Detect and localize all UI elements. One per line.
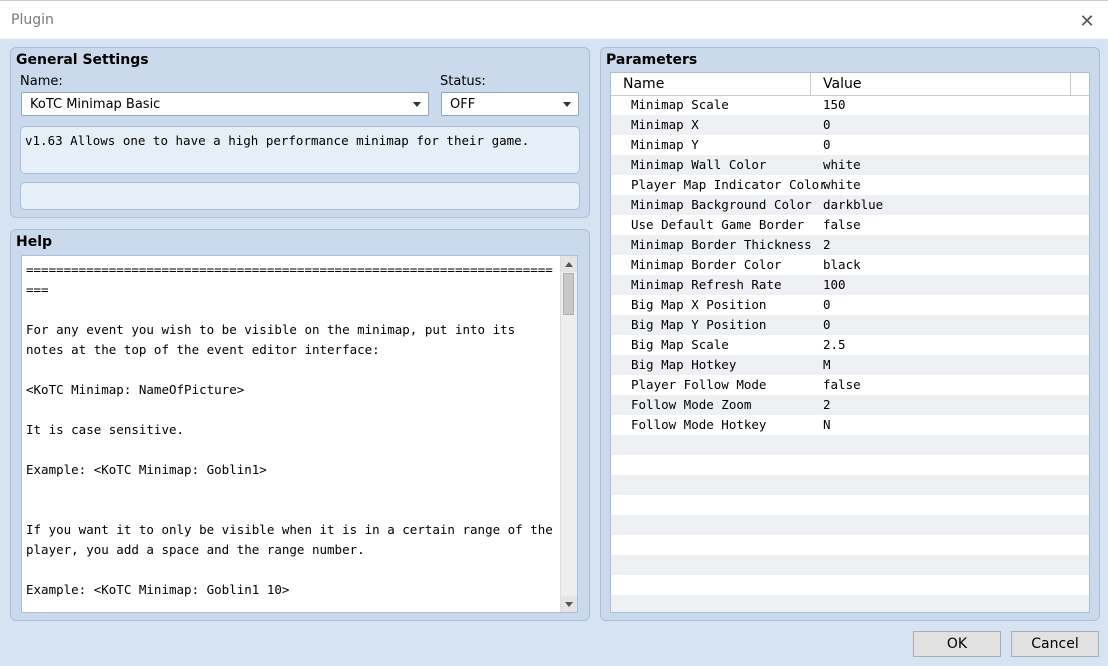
param-value: 100 bbox=[823, 277, 846, 292]
name-label: Name: bbox=[20, 74, 63, 89]
empty-table-row[interactable] bbox=[611, 575, 1089, 595]
name-dropdown-value: KoTC Minimap Basic bbox=[30, 97, 161, 112]
param-value: false bbox=[823, 217, 861, 232]
chevron-down-icon bbox=[413, 102, 421, 107]
param-name: Big Map X Position bbox=[631, 297, 767, 312]
param-name: Minimap Scale bbox=[631, 97, 729, 112]
param-value: 0 bbox=[823, 117, 831, 132]
param-name: Follow Mode Zoom bbox=[631, 397, 752, 412]
param-value: darkblue bbox=[823, 197, 884, 212]
ok-button[interactable]: OK bbox=[913, 631, 1001, 657]
empty-table-row[interactable] bbox=[611, 435, 1089, 455]
param-value: 2 bbox=[823, 397, 831, 412]
param-value: 2.5 bbox=[823, 337, 846, 352]
table-row[interactable]: Player Follow Mode false bbox=[611, 375, 1089, 395]
arrow-down-icon bbox=[565, 601, 573, 607]
param-value: 0 bbox=[823, 297, 831, 312]
param-name: Minimap Border Thickness bbox=[631, 237, 812, 252]
table-row[interactable]: Minimap Border Color black bbox=[611, 255, 1089, 275]
table-row[interactable]: Minimap X 0 bbox=[611, 115, 1089, 135]
param-name: Minimap Border Color bbox=[631, 257, 782, 272]
parameters-title: Parameters bbox=[606, 52, 698, 68]
table-row[interactable]: Minimap Refresh Rate 100 bbox=[611, 275, 1089, 295]
cancel-button[interactable]: Cancel bbox=[1011, 631, 1099, 657]
param-value: white bbox=[823, 157, 861, 172]
scroll-thumb[interactable] bbox=[563, 273, 574, 315]
param-name: Minimap Wall Color bbox=[631, 157, 767, 172]
empty-table-row[interactable] bbox=[611, 455, 1089, 475]
param-value: N bbox=[823, 417, 831, 432]
param-value: 150 bbox=[823, 97, 846, 112]
param-name: Minimap X bbox=[631, 117, 699, 132]
table-row[interactable]: Use Default Game Border false bbox=[611, 215, 1089, 235]
scroll-up-button[interactable] bbox=[561, 256, 577, 272]
param-name: Follow Mode Hotkey bbox=[631, 417, 767, 432]
param-name: Big Map Hotkey bbox=[631, 357, 737, 372]
table-row[interactable]: Minimap Y 0 bbox=[611, 135, 1089, 155]
param-value: M bbox=[823, 357, 831, 372]
param-value: white bbox=[823, 177, 861, 192]
param-value: false bbox=[823, 377, 861, 392]
title-bar: Plugin ✕ bbox=[0, 0, 1108, 39]
parameters-table: Name Value Minimap Scale 150 Minimap X 0 Min… bbox=[610, 72, 1090, 613]
status-label: Status: bbox=[440, 74, 486, 89]
param-name: Player Map Indicator Color bbox=[631, 177, 827, 192]
param-name: Player Follow Mode bbox=[631, 377, 767, 392]
help-text: ========================================… bbox=[26, 262, 553, 597]
close-icon[interactable]: ✕ bbox=[1076, 10, 1098, 32]
empty-table-row[interactable] bbox=[611, 555, 1089, 575]
table-header: Name Value bbox=[611, 73, 1089, 96]
table-row[interactable]: Follow Mode Hotkey N bbox=[611, 415, 1089, 435]
table-row[interactable]: Minimap Border Thickness 2 bbox=[611, 235, 1089, 255]
arrow-up-icon bbox=[565, 261, 573, 267]
window-title: Plugin bbox=[11, 12, 54, 28]
table-row[interactable]: Minimap Scale 150 bbox=[611, 95, 1089, 115]
empty-table-row[interactable] bbox=[611, 515, 1089, 535]
column-header-name[interactable]: Name bbox=[611, 73, 811, 95]
param-name: Big Map Y Position bbox=[631, 317, 767, 332]
table-row[interactable]: Big Map Y Position 0 bbox=[611, 315, 1089, 335]
param-value: 0 bbox=[823, 317, 831, 332]
help-title: Help bbox=[16, 234, 53, 250]
table-body: Minimap Scale 150 Minimap X 0 Minimap Y 0 Mini… bbox=[611, 95, 1089, 612]
status-dropdown[interactable]: OFF bbox=[441, 92, 579, 116]
help-text-area[interactable]: ========================================… bbox=[21, 255, 578, 613]
table-row[interactable]: Minimap Background Color darkblue bbox=[611, 195, 1089, 215]
author-box bbox=[20, 182, 580, 210]
description-box: v1.63 Allows one to have a high performa… bbox=[20, 126, 580, 174]
name-dropdown[interactable]: KoTC Minimap Basic bbox=[21, 92, 429, 116]
status-dropdown-value: OFF bbox=[450, 97, 476, 112]
chevron-down-icon bbox=[563, 102, 571, 107]
param-value: 2 bbox=[823, 237, 831, 252]
empty-table-row[interactable] bbox=[611, 535, 1089, 555]
column-header-value[interactable]: Value bbox=[811, 73, 1071, 95]
scroll-down-button[interactable] bbox=[561, 596, 577, 612]
table-row[interactable]: Minimap Wall Color white bbox=[611, 155, 1089, 175]
param-value: 0 bbox=[823, 137, 831, 152]
help-scrollbar[interactable] bbox=[560, 256, 577, 612]
param-name: Minimap Y bbox=[631, 137, 699, 152]
empty-table-row[interactable] bbox=[611, 595, 1089, 612]
table-row[interactable]: Follow Mode Zoom 2 bbox=[611, 395, 1089, 415]
table-row[interactable]: Player Map Indicator Color white bbox=[611, 175, 1089, 195]
empty-table-row[interactable] bbox=[611, 495, 1089, 515]
param-name: Minimap Background Color bbox=[631, 197, 812, 212]
general-settings-title: General Settings bbox=[16, 52, 149, 68]
description-text: v1.63 Allows one to have a high performa… bbox=[25, 133, 530, 148]
table-row[interactable]: Big Map Hotkey M bbox=[611, 355, 1089, 375]
param-value: black bbox=[823, 257, 861, 272]
param-name: Use Default Game Border bbox=[631, 217, 805, 232]
table-row[interactable]: Big Map X Position 0 bbox=[611, 295, 1089, 315]
table-row[interactable]: Big Map Scale 2.5 bbox=[611, 335, 1089, 355]
param-name: Big Map Scale bbox=[631, 337, 729, 352]
empty-table-row[interactable] bbox=[611, 475, 1089, 495]
param-name: Minimap Refresh Rate bbox=[631, 277, 782, 292]
